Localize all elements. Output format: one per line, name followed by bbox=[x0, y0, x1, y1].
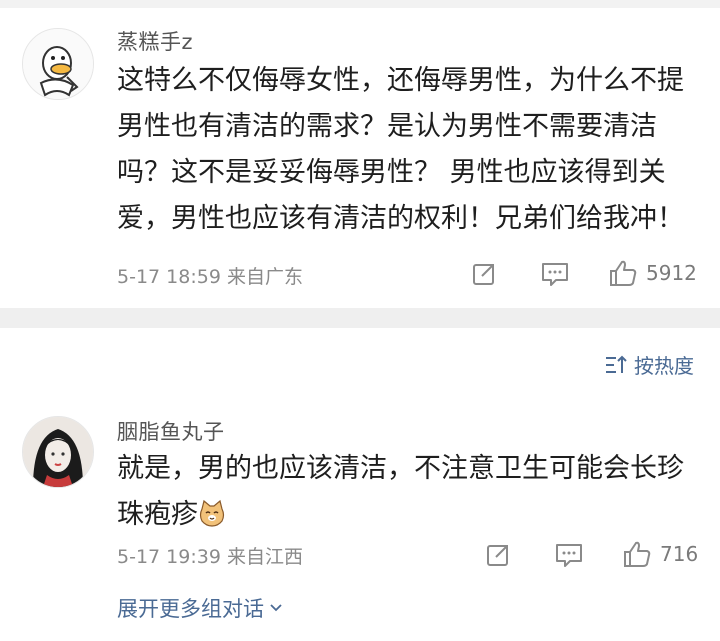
share-icon bbox=[473, 264, 494, 285]
thumbs-up-icon bbox=[610, 260, 637, 286]
comment-button[interactable] bbox=[540, 260, 570, 288]
reply-like-button[interactable]: 716 bbox=[622, 539, 698, 569]
reply-comment-button[interactable] bbox=[554, 541, 584, 569]
reply-share-button[interactable] bbox=[484, 541, 512, 569]
cat-emoji-icon bbox=[199, 499, 225, 527]
comment-text: 这特么不仅侮辱女性，还侮辱男性，为什么不提男性也有清洁的需求？是认为男性不需要清… bbox=[117, 65, 684, 234]
girl-avatar-icon bbox=[23, 417, 93, 487]
main-comment: 蒸糕手z 这特么不仅侮辱女性，还侮辱男性，为什么不提男性也有清洁的需求？是认为男… bbox=[0, 8, 720, 308]
top-separator bbox=[0, 0, 720, 8]
expand-label: 展开更多组对话 bbox=[117, 597, 264, 621]
comment-icon bbox=[542, 263, 568, 286]
reply-text: 就是，男的也应该清洁，不注意卫生可能会长珍珠疱疹 bbox=[117, 446, 697, 538]
comment-icon bbox=[556, 544, 582, 567]
sort-icon bbox=[606, 355, 627, 373]
thumbs-up-icon bbox=[624, 541, 651, 567]
username[interactable]: 蒸糕手z bbox=[117, 26, 193, 56]
like-button[interactable]: 5912 bbox=[608, 258, 697, 288]
section-divider bbox=[0, 308, 720, 328]
sort-label: 按热度 bbox=[634, 354, 694, 378]
duck-avatar-icon bbox=[23, 29, 93, 99]
expand-more-replies-link[interactable]: 展开更多组对话 bbox=[117, 593, 284, 623]
share-button[interactable] bbox=[470, 260, 498, 288]
comment-meta: 5-17 18:59 来自广东 bbox=[117, 266, 303, 288]
reply-like-count: 716 bbox=[660, 542, 699, 566]
share-icon bbox=[487, 545, 508, 566]
avatar[interactable] bbox=[22, 28, 94, 100]
chevron-down-icon bbox=[270, 604, 282, 612]
sort-by-hot-button[interactable]: 按热度 bbox=[604, 350, 694, 379]
reply-meta: 5-17 19:39 来自江西 bbox=[117, 546, 303, 568]
like-count: 5912 bbox=[646, 261, 697, 285]
reply-avatar[interactable] bbox=[22, 416, 94, 488]
reply-username[interactable]: 胭脂鱼丸子 bbox=[117, 416, 225, 446]
